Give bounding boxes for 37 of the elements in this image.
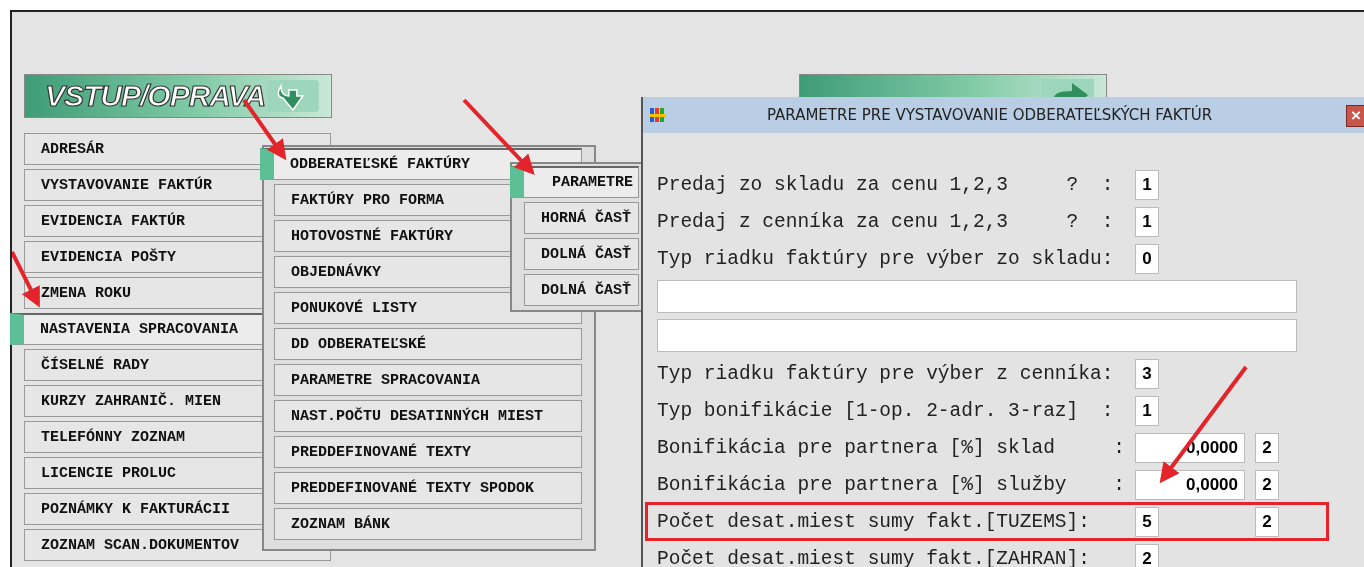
menu-item[interactable]: PREDDEFINOVANÉ TEXTY (274, 436, 582, 468)
menu-item[interactable]: PARAMETRE SPRACOVANIA (274, 364, 582, 396)
input-field[interactable]: 1 (1135, 395, 1159, 426)
input-field[interactable]: 2 (1255, 432, 1279, 463)
input-field[interactable]: 2 (1255, 469, 1279, 500)
input-field[interactable]: 5 (1135, 506, 1159, 537)
field-label: Typ bonifikácie [1-op. 2-adr. 3-raz] : (657, 399, 1115, 422)
menu-item[interactable]: DOLNÁ ČASŤ (524, 238, 639, 270)
field-label: Bonifikácia pre partnera [%] služby : (657, 473, 1127, 496)
menu-item[interactable]: PREDDEFINOVANÉ TEXTY SPODOK (274, 472, 582, 504)
field-label: Bonifikácia pre partnera [%] sklad : (657, 436, 1127, 459)
input-field[interactable]: 3 (1135, 358, 1159, 389)
input-field[interactable]: 1 (1135, 206, 1159, 237)
field-label: Predaj z cenníka za cenu 1,2,3 ? : (657, 210, 1115, 233)
menu-item[interactable]: HORNÁ ČASŤ (524, 202, 639, 234)
menu-item[interactable]: DOLNÁ ČASŤ (524, 274, 639, 306)
input-field[interactable]: 0,0000 (1135, 469, 1245, 500)
banner-title: VSTUP/OPRAVA (45, 79, 266, 113)
menu-item[interactable]: ZOZNAM BÁNK (274, 508, 582, 540)
text-field[interactable] (657, 319, 1297, 352)
input-field[interactable]: 2 (1135, 543, 1159, 567)
input-field[interactable]: 1 (1135, 169, 1159, 200)
input-field[interactable]: 0 (1135, 243, 1159, 274)
input-field[interactable]: 2 (1255, 506, 1279, 537)
field-label: Predaj zo skladu za cenu 1,2,3 ? : (657, 173, 1115, 196)
window-title: PARAMETRE PRE VYSTAVOVANIE ODBERATEĽSKÝCH FAKTÚR (767, 106, 1213, 124)
app-icon (649, 106, 667, 124)
field-label: Počet desat.miest sumy fakt.[TUZEMS]: (657, 510, 1091, 533)
text-field[interactable] (657, 280, 1297, 313)
menu-item[interactable]: DD ODBERATEĽSKÉ (274, 328, 582, 360)
field-label: Typ riadku faktúry pre výber zo skladu: (657, 247, 1115, 270)
field-label: Počet desat.miest sumy fakt.[ZAHRAN]: (657, 547, 1091, 567)
menu-item[interactable]: PARAMETRE (510, 166, 639, 198)
menu-item[interactable]: NAST.POČTU DESATINNÝCH MIEST (274, 400, 582, 432)
field-label: Typ riadku faktúry pre výber z cenníka: (657, 362, 1115, 385)
close-button[interactable]: × (1346, 105, 1364, 127)
annotation-arrow (12, 251, 40, 308)
